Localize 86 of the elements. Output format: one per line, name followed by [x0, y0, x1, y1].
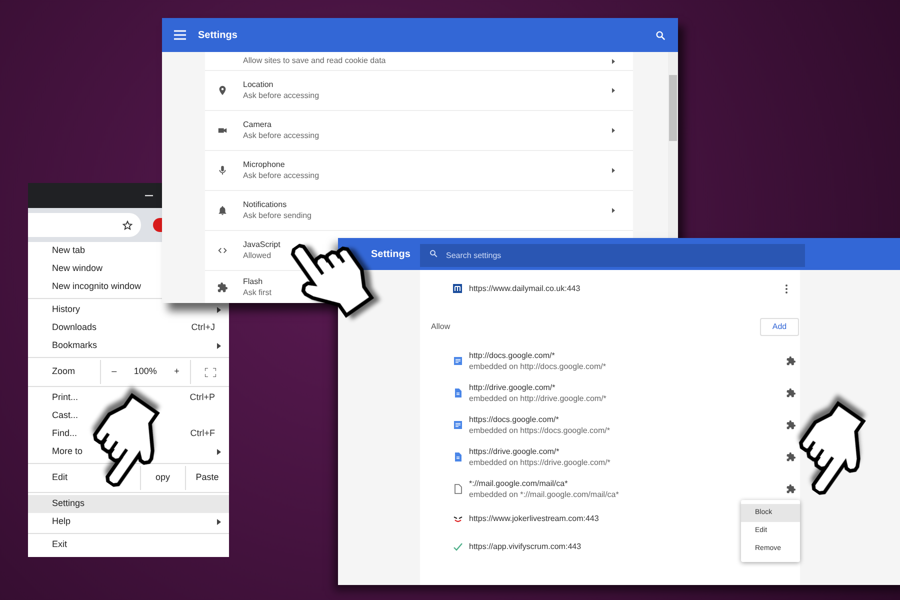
- microphone-icon: [217, 165, 228, 176]
- search-icon: [429, 248, 438, 258]
- row-title: Camera: [243, 121, 272, 129]
- code-icon: [217, 245, 228, 256]
- extension-icon[interactable]: [153, 218, 162, 232]
- more-options-icon[interactable]: [785, 284, 788, 294]
- bell-icon: [217, 205, 228, 216]
- chevron-right-icon: [612, 208, 615, 213]
- embedded-on-text: embedded on *://mail.google.com/mail/ca*: [469, 490, 619, 498]
- row-subtitle: Allow sites to save and read cookie data: [243, 57, 386, 65]
- location-pin-icon: [217, 85, 228, 96]
- menu-label: Edit: [51, 471, 69, 484]
- zoom-in-button[interactable]: +: [170, 365, 184, 379]
- file-icon: [453, 388, 463, 398]
- header-title: Settings: [198, 28, 238, 42]
- camera-icon: [217, 125, 228, 136]
- zoom-out-button[interactable]: –: [108, 365, 121, 379]
- puzzle-piece-icon: [217, 282, 228, 292]
- row-title: Location: [243, 81, 274, 89]
- menu-label: Zoom: [51, 365, 76, 378]
- chevron-right-icon: [612, 88, 615, 93]
- doc-icon: [453, 420, 463, 430]
- edit-action-button[interactable]: Paste: [184, 466, 229, 490]
- search-icon[interactable]: [655, 30, 666, 40]
- zoom-level: 100%: [134, 365, 157, 378]
- row-subtitle: Allowed: [243, 252, 272, 260]
- site-row[interactable]: http://docs.google.com/* embedded on http://docs.google.com/*: [420, 345, 800, 377]
- file-icon: [453, 452, 463, 462]
- row-subtitle: Ask before accessing: [243, 92, 320, 100]
- row-subtitle: Ask first: [243, 288, 272, 296]
- row-subtitle: Ask before accessing: [243, 132, 320, 140]
- row-title: Flash: [243, 278, 263, 286]
- check-icon: [453, 542, 463, 552]
- embedded-on-text: embedded on https://drive.google.com/*: [469, 458, 610, 466]
- settings-row[interactable]: Allow sites to save and read cookie data: [205, 52, 633, 70]
- settings-row[interactable]: Microphone Ask before accessing: [205, 150, 633, 190]
- add-button[interactable]: Add: [760, 318, 799, 336]
- settings-row[interactable]: Notifications Ask before sending: [205, 190, 633, 230]
- doc-icon: [453, 356, 463, 366]
- site-url: https://drive.google.com/*: [469, 448, 560, 456]
- site-url: https://www.jokerlivestream.com:443: [469, 515, 599, 523]
- section-label: Allow: [431, 321, 452, 333]
- embedded-on-text: embedded on http://docs.google.com/*: [469, 362, 606, 370]
- edit-action-button[interactable]: opy: [140, 466, 184, 490]
- puzzle-piece-icon[interactable]: [786, 388, 796, 398]
- row-subtitle: Ask before sending: [243, 212, 312, 220]
- settings-row[interactable]: Location Ask before accessing: [205, 70, 633, 110]
- settings-row[interactable]: Camera Ask before accessing: [205, 110, 633, 150]
- row-title: Notifications: [243, 201, 287, 209]
- star-icon[interactable]: [122, 220, 133, 230]
- row-title: JavaScript: [243, 241, 280, 249]
- chevron-right-icon: [612, 168, 615, 173]
- mask-icon: [453, 514, 463, 524]
- puzzle-piece-icon[interactable]: [786, 452, 796, 462]
- site-url: https://app.vivifyscrum.com:443: [469, 543, 582, 551]
- site-url: *://mail.google.com/mail/ca*: [469, 480, 568, 488]
- site-url: http://drive.google.com/*: [469, 384, 556, 392]
- minimize-icon[interactable]: [145, 194, 153, 196]
- site-row[interactable]: https://docs.google.com/* embedded on https://docs.google.com/*: [420, 409, 800, 441]
- embedded-on-text: embedded on http://drive.google.com/*: [469, 394, 606, 402]
- embedded-on-text: embedded on https://docs.google.com/*: [469, 426, 610, 434]
- puzzle-piece-icon[interactable]: [786, 420, 796, 430]
- site-url: https://www.dailymail.co.uk:443: [469, 282, 580, 294]
- row-subtitle: Ask before accessing: [243, 172, 320, 180]
- chevron-right-icon: [612, 58, 615, 64]
- site-url: https://docs.google.com/*: [469, 416, 559, 424]
- submenu-arrow-icon: [217, 519, 221, 525]
- submenu-arrow-icon: [217, 307, 221, 313]
- chevron-right-icon: [612, 128, 615, 133]
- menu-item[interactable]: Settings: [28, 495, 229, 513]
- site-row[interactable]: https://drive.google.com/* embedded on https://drive.google.com/*: [420, 441, 800, 473]
- header-title: Settings: [370, 248, 412, 262]
- site-url: http://docs.google.com/*: [469, 352, 555, 360]
- search-field[interactable]: Search settings: [420, 244, 805, 266]
- fullscreen-icon[interactable]: [204, 368, 216, 376]
- site-row[interactable]: http://drive.google.com/* embedded on http://drive.google.com/*: [420, 377, 800, 409]
- submenu-arrow-icon: [217, 343, 221, 349]
- site-row[interactable]: *://mail.google.com/mail/ca* embedded on *://mail.google.com/mail/ca*: [420, 473, 800, 505]
- puzzle-piece-icon[interactable]: [786, 356, 796, 366]
- submenu-arrow-icon: [217, 449, 221, 455]
- menu-icon[interactable]: [174, 30, 186, 40]
- site-logo-icon: [453, 284, 462, 293]
- puzzle-piece-icon[interactable]: [786, 484, 796, 494]
- blank-file-icon: [453, 484, 463, 494]
- row-title: Microphone: [243, 161, 285, 169]
- scrollbar[interactable]: [668, 52, 678, 238]
